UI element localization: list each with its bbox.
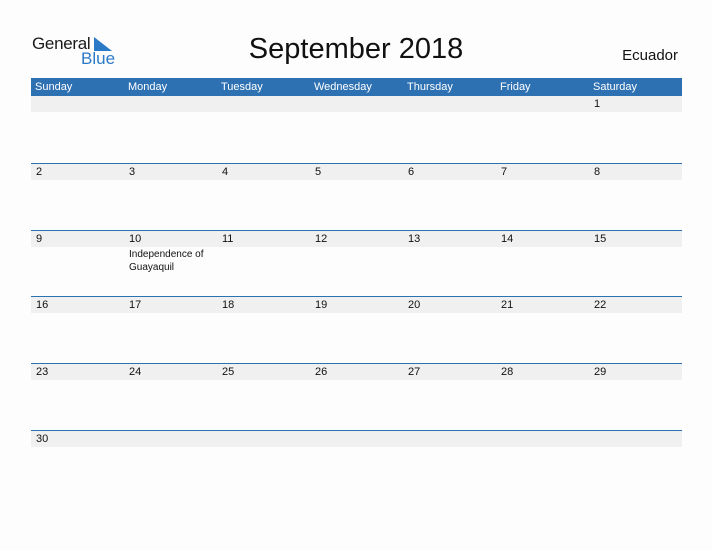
weekday-tuesday: Tuesday bbox=[221, 81, 263, 93]
day-cell bbox=[217, 96, 310, 163]
day-cell: 8 bbox=[589, 164, 682, 231]
day-cell: 17 bbox=[124, 297, 217, 364]
day-cell: 14 bbox=[496, 231, 589, 298]
weekday-thursday: Thursday bbox=[407, 81, 453, 93]
day-cell bbox=[124, 431, 217, 498]
day-cell: 25 bbox=[217, 364, 310, 431]
day-number: 5 bbox=[315, 166, 322, 178]
day-number: 14 bbox=[501, 233, 514, 245]
day-number: 27 bbox=[408, 366, 421, 378]
day-cell: 27 bbox=[403, 364, 496, 431]
day-number: 6 bbox=[408, 166, 415, 178]
day-cell: 28 bbox=[496, 364, 589, 431]
day-number: 21 bbox=[501, 299, 514, 311]
week-row: 23 24 25 26 27 28 29 bbox=[31, 363, 682, 431]
day-cell bbox=[31, 96, 124, 163]
day-number: 26 bbox=[315, 366, 328, 378]
day-number: 22 bbox=[594, 299, 607, 311]
week-row: 16 17 18 19 20 21 22 bbox=[31, 296, 682, 364]
day-number: 25 bbox=[222, 366, 235, 378]
day-cell: 24 bbox=[124, 364, 217, 431]
day-number: 9 bbox=[36, 233, 43, 245]
calendar-title: September 2018 bbox=[248, 33, 464, 65]
day-cell: 15 bbox=[589, 231, 682, 298]
day-cell: 6 bbox=[403, 164, 496, 231]
day-cell: 2 bbox=[31, 164, 124, 231]
day-cell bbox=[310, 431, 403, 498]
day-number: 10 bbox=[129, 233, 142, 245]
day-cell: 26 bbox=[310, 364, 403, 431]
day-cell: 21 bbox=[496, 297, 589, 364]
day-cell: 5 bbox=[310, 164, 403, 231]
day-number: 16 bbox=[36, 299, 49, 311]
day-cell bbox=[310, 96, 403, 163]
day-cell: 1 bbox=[589, 96, 682, 163]
weekday-header: Sunday Monday Tuesday Wednesday Thursday… bbox=[31, 78, 682, 96]
day-cell bbox=[589, 431, 682, 498]
weekday-sunday: Sunday bbox=[35, 81, 73, 93]
day-cell bbox=[217, 431, 310, 498]
week-row: 30 bbox=[31, 430, 682, 498]
day-cell: 30 bbox=[31, 431, 124, 498]
day-cell bbox=[124, 96, 217, 163]
day-cell: 12 bbox=[310, 231, 403, 298]
day-cell: 16 bbox=[31, 297, 124, 364]
day-number: 19 bbox=[315, 299, 328, 311]
day-cell: 23 bbox=[31, 364, 124, 431]
day-cell: 13 bbox=[403, 231, 496, 298]
day-cell: 7 bbox=[496, 164, 589, 231]
holiday-label: Independence of Guayaquil bbox=[129, 249, 204, 273]
day-cell bbox=[403, 431, 496, 498]
day-number: 13 bbox=[408, 233, 421, 245]
week-row: 2 3 4 5 6 7 8 bbox=[31, 163, 682, 231]
day-number: 29 bbox=[594, 366, 607, 378]
day-cell: 18 bbox=[217, 297, 310, 364]
day-cell: 9 bbox=[31, 231, 124, 298]
day-number: 12 bbox=[315, 233, 328, 245]
day-number: 3 bbox=[129, 166, 136, 178]
day-number: 30 bbox=[36, 433, 49, 445]
day-number: 17 bbox=[129, 299, 142, 311]
day-number: 8 bbox=[594, 166, 601, 178]
day-number: 11 bbox=[222, 233, 234, 245]
weekday-saturday: Saturday bbox=[593, 81, 638, 93]
day-cell: 11 bbox=[217, 231, 310, 298]
country-label: Ecuador bbox=[622, 47, 678, 64]
weekday-monday: Monday bbox=[128, 81, 168, 93]
day-cell: 19 bbox=[310, 297, 403, 364]
weekday-friday: Friday bbox=[500, 81, 531, 93]
day-number: 20 bbox=[408, 299, 421, 311]
day-cell: 20 bbox=[403, 297, 496, 364]
day-number: 15 bbox=[594, 233, 607, 245]
day-cell: 3 bbox=[124, 164, 217, 231]
weekday-wednesday: Wednesday bbox=[314, 81, 372, 93]
day-number: 24 bbox=[129, 366, 142, 378]
week-row: 9 10 Independence of Guayaquil 11 12 13 14 15 bbox=[31, 230, 682, 298]
day-number: 28 bbox=[501, 366, 514, 378]
day-cell: 29 bbox=[589, 364, 682, 431]
day-cell bbox=[496, 96, 589, 163]
day-number: 2 bbox=[36, 166, 43, 178]
day-cell bbox=[403, 96, 496, 163]
day-number: 18 bbox=[222, 299, 235, 311]
day-number: 1 bbox=[594, 98, 601, 110]
calendar-grid: Sunday Monday Tuesday Wednesday Thursday… bbox=[31, 78, 682, 447]
day-cell bbox=[496, 431, 589, 498]
day-cell: 10 Independence of Guayaquil bbox=[124, 231, 217, 298]
week-row: 1 bbox=[31, 96, 682, 163]
day-number: 7 bbox=[501, 166, 508, 178]
day-number: 23 bbox=[36, 366, 49, 378]
day-cell: 22 bbox=[589, 297, 682, 364]
day-cell: 4 bbox=[217, 164, 310, 231]
day-number: 4 bbox=[222, 166, 229, 178]
